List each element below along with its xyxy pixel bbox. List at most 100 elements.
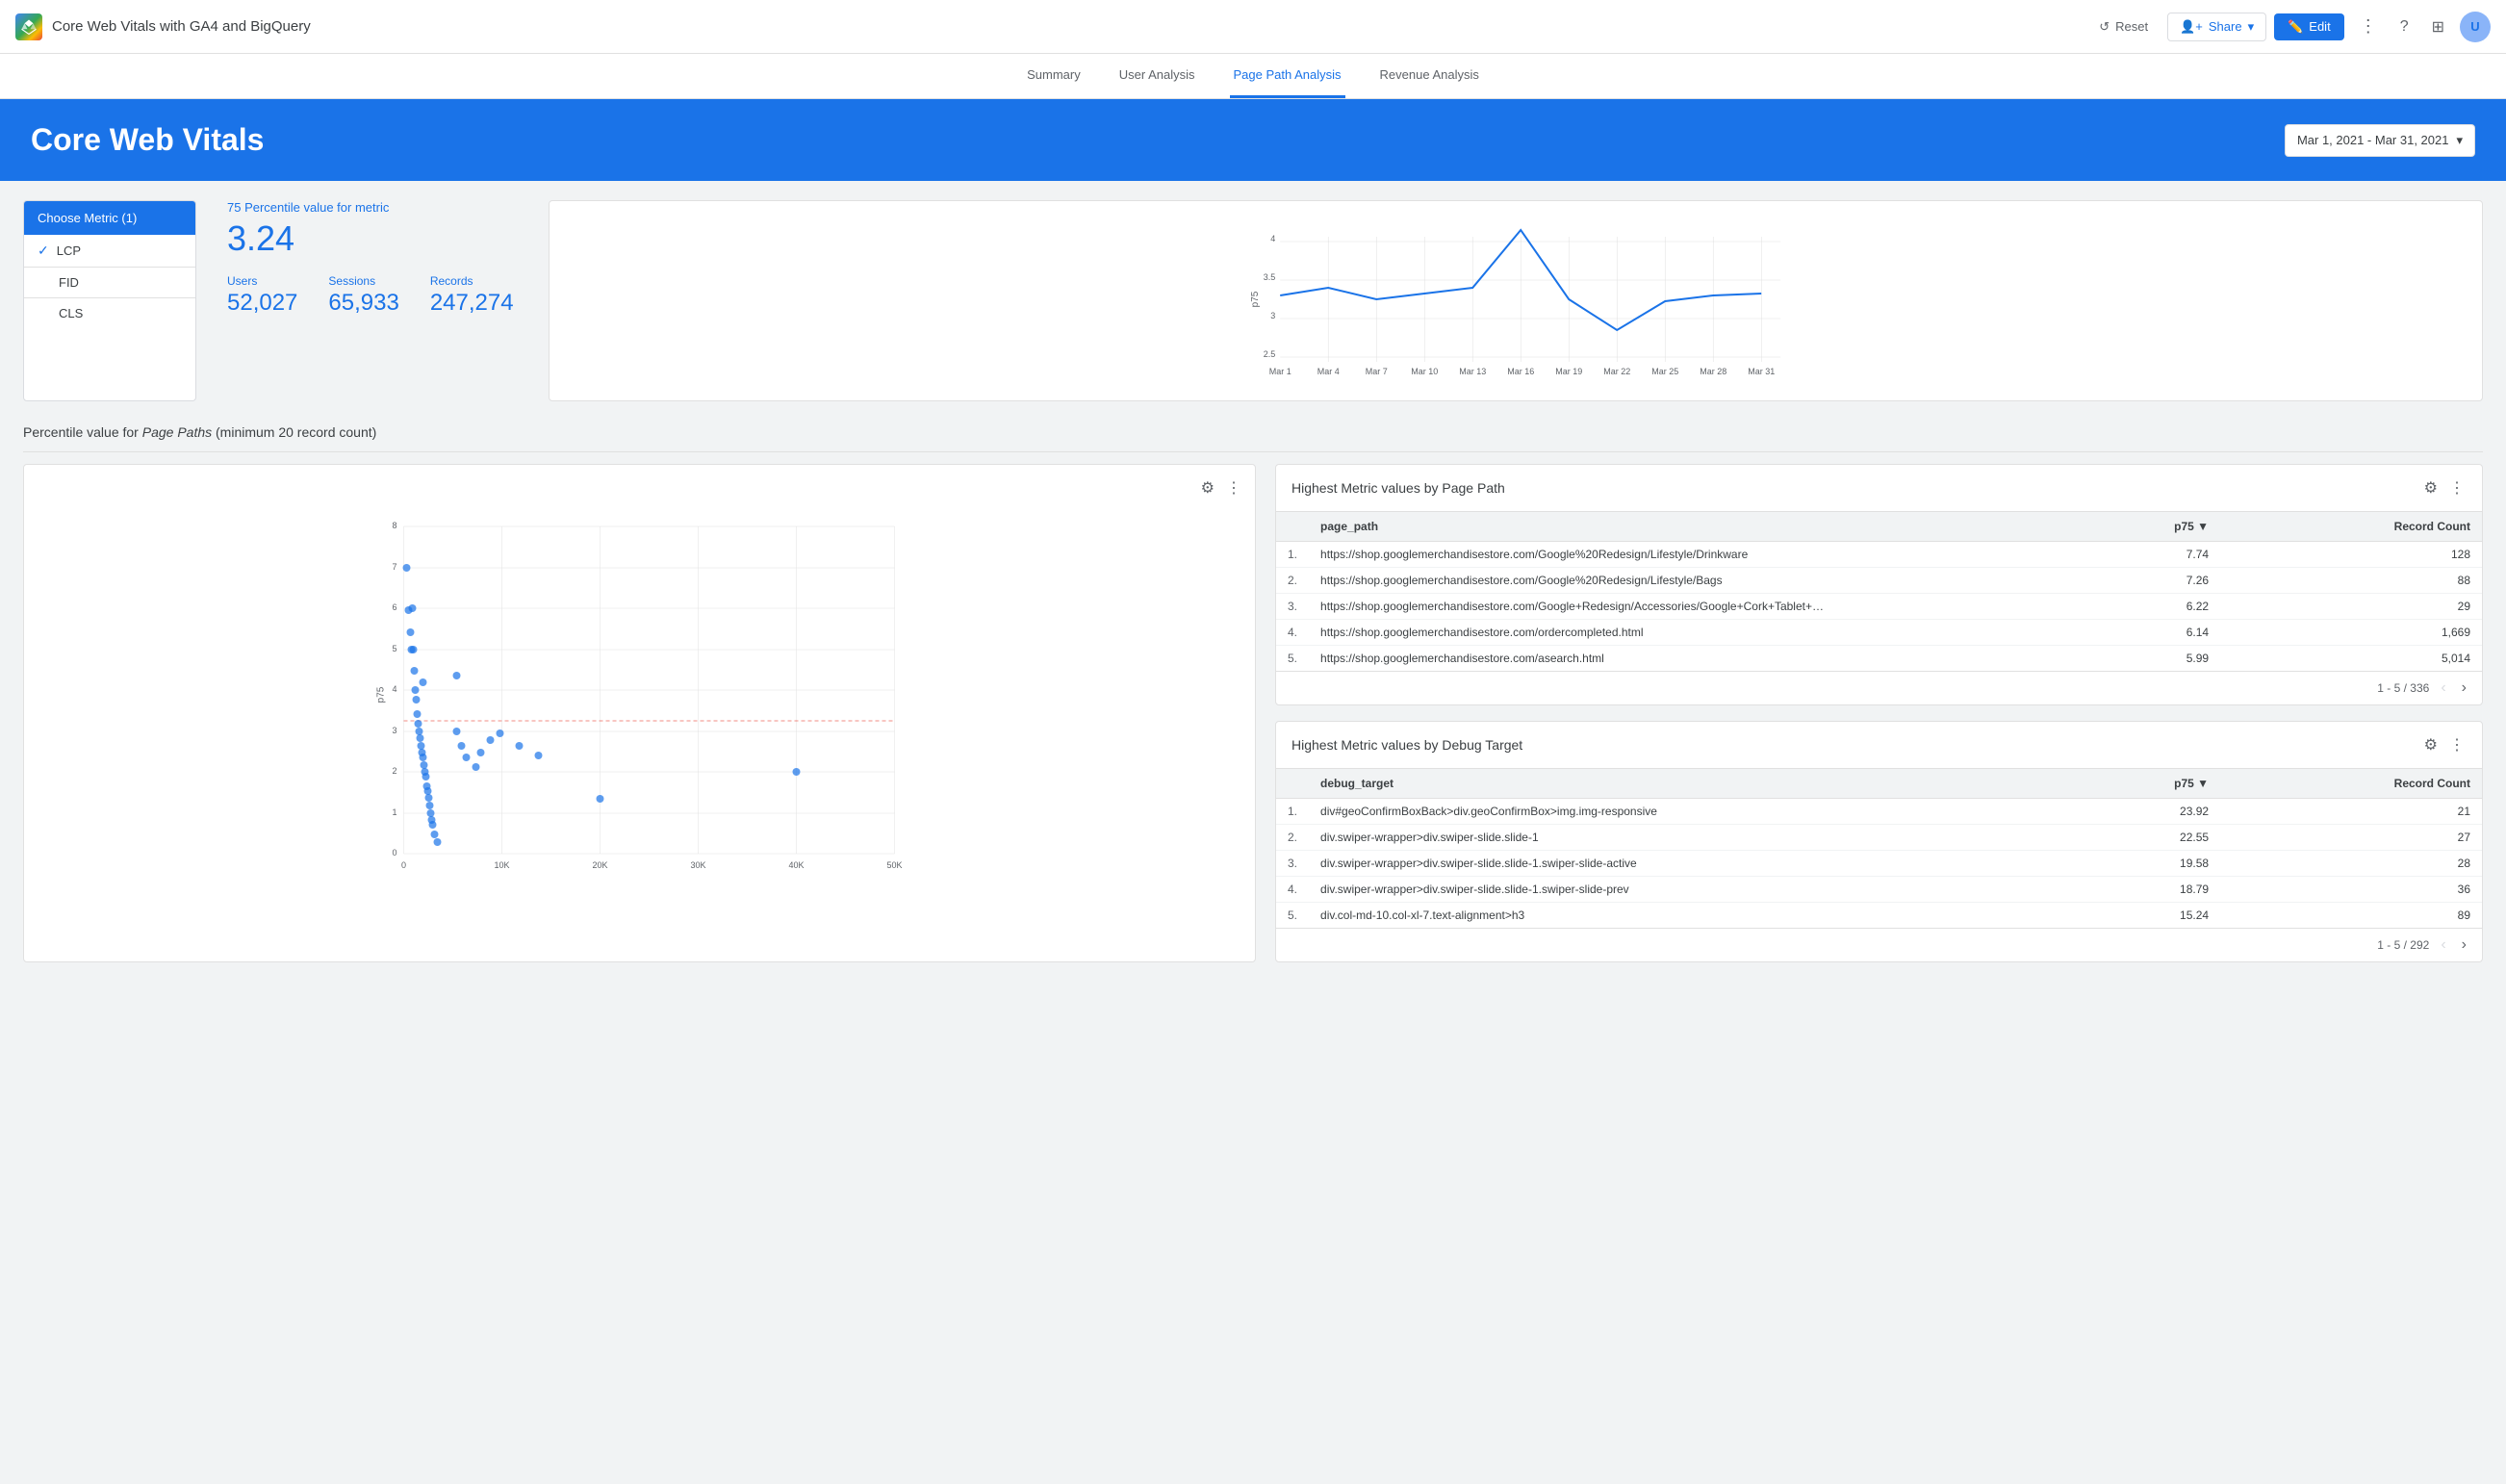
p75-cell: 5.99 (2068, 646, 2220, 672)
row-num: 2. (1276, 568, 1309, 594)
chevron-down-icon: ▾ (2456, 133, 2463, 148)
col-p75: p75 ▼ (2068, 769, 2220, 799)
debug-target-table-title: Highest Metric values by Debug Target (1291, 737, 1522, 753)
debug-target-table-card: Highest Metric values by Debug Target ⚙ … (1275, 721, 2483, 962)
next-page-button[interactable]: › (2458, 678, 2470, 699)
svg-text:50K: 50K (886, 860, 902, 870)
tab-summary[interactable]: Summary (1023, 54, 1085, 98)
tab-revenue-analysis[interactable]: Revenue Analysis (1376, 54, 1483, 98)
svg-text:8: 8 (392, 521, 396, 530)
p75-cell: 22.55 (2068, 825, 2220, 851)
record-count-cell: 29 (2220, 594, 2482, 620)
topbar-left: Core Web Vitals with GA4 and BigQuery (15, 13, 311, 40)
avatar[interactable]: U (2460, 12, 2491, 42)
p75-cell: 19.58 (2068, 851, 2220, 877)
p75-cell: 7.26 (2068, 568, 2220, 594)
table-row: 2. https://shop.googlemerchandisestore.c… (1276, 568, 2482, 594)
percentile-label: 75 Percentile value for metric (227, 200, 514, 215)
svg-text:Mar 28: Mar 28 (1700, 367, 1726, 376)
record-count-cell: 28 (2220, 851, 2482, 877)
chart-toolbar: ⚙ ⋮ (36, 476, 1243, 499)
reset-button[interactable]: ↺ Reset (2087, 13, 2160, 40)
choose-metric-header[interactable]: Choose Metric (1) (24, 201, 195, 235)
debug-target-table: debug_target p75 ▼ Record Count 1. div#g… (1276, 769, 2482, 928)
page-path-cell: https://shop.googlemerchandisestore.com/… (1309, 542, 2068, 568)
help-button[interactable]: ? (2392, 13, 2416, 41)
filter-icon-button[interactable]: ⚙ (2422, 476, 2440, 499)
filter-icon-button[interactable]: ⚙ (1199, 476, 1216, 499)
metric-option-lcp[interactable]: ✓ LCP (24, 235, 195, 267)
row-num: 5. (1276, 646, 1309, 672)
table-row: 1. div#geoConfirmBoxBack>div.geoConfirmB… (1276, 799, 2482, 825)
debug-target-table-header: Highest Metric values by Debug Target ⚙ … (1276, 722, 2482, 769)
date-range-value: Mar 1, 2021 - Mar 31, 2021 (2297, 133, 2449, 147)
row-num: 3. (1276, 594, 1309, 620)
col-num (1276, 769, 1309, 799)
svg-text:2.5: 2.5 (1263, 349, 1275, 359)
more-options-button[interactable]: ⋮ (2352, 11, 2385, 42)
check-icon: ✓ (38, 243, 49, 259)
col-record-count: Record Count (2220, 769, 2482, 799)
prev-page-button[interactable]: ‹ (2437, 678, 2449, 699)
record-count-cell: 27 (2220, 825, 2482, 851)
row-num: 5. (1276, 903, 1309, 929)
p75-cell: 23.92 (2068, 799, 2220, 825)
metric-option-fid[interactable]: FID (24, 268, 195, 297)
record-count-cell: 5,014 (2220, 646, 2482, 672)
debug-target-table-footer: 1 - 5 / 292 ‹ › (1276, 928, 2482, 961)
page-path-table-header: Highest Metric values by Page Path ⚙ ⋮ (1276, 465, 2482, 512)
tab-page-path-analysis[interactable]: Page Path Analysis (1230, 54, 1345, 98)
p75-cell: 7.74 (2068, 542, 2220, 568)
debug-target-cell: div.col-md-10.col-xl-7.text-alignment>h3 (1309, 903, 2068, 929)
record-count-cell: 89 (2220, 903, 2482, 929)
debug-target-cell: div#geoConfirmBoxBack>div.geoConfirmBox>… (1309, 799, 2068, 825)
date-picker[interactable]: Mar 1, 2021 - Mar 31, 2021 ▾ (2285, 124, 2475, 157)
table-row: 4. https://shop.googlemerchandisestore.c… (1276, 620, 2482, 646)
metric-left: Choose Metric (1) ✓ LCP FID CLS 75 P (23, 200, 529, 401)
svg-text:10K: 10K (494, 860, 509, 870)
banner-title: Core Web Vitals (31, 122, 264, 158)
row-num: 1. (1276, 799, 1309, 825)
p75-cell: 6.22 (2068, 594, 2220, 620)
table-row: 3. https://shop.googlemerchandisestore.c… (1276, 594, 2482, 620)
svg-text:20K: 20K (592, 860, 607, 870)
more-options-button[interactable]: ⋮ (2447, 733, 2467, 756)
page-path-cell: https://shop.googlemerchandisestore.com/… (1309, 594, 2068, 620)
svg-text:3: 3 (1270, 311, 1275, 320)
debug-target-pagination: 1 - 5 / 292 (2377, 938, 2429, 952)
stat-row: Users 52,027 Sessions 65,933 Records 247… (227, 274, 514, 317)
more-options-button[interactable]: ⋮ (1224, 476, 1243, 499)
svg-text:4: 4 (392, 684, 396, 694)
prev-page-button[interactable]: ‹ (2437, 934, 2449, 956)
debug-target-cell: div.swiper-wrapper>div.swiper-slide.slid… (1309, 851, 2068, 877)
percentile-value: 3.24 (227, 218, 514, 259)
page-path-table-card: Highest Metric values by Page Path ⚙ ⋮ p… (1275, 464, 2483, 705)
next-page-button[interactable]: › (2458, 934, 2470, 956)
tables-container: Highest Metric values by Page Path ⚙ ⋮ p… (1275, 464, 2483, 962)
metric-option-cls[interactable]: CLS (24, 298, 195, 328)
more-options-button[interactable]: ⋮ (2447, 476, 2467, 499)
topbar: Core Web Vitals with GA4 and BigQuery ↺ … (0, 0, 2506, 54)
record-count-cell: 36 (2220, 877, 2482, 903)
page-path-cell: https://shop.googlemerchandisestore.com/… (1309, 620, 2068, 646)
records-value: 247,274 (430, 290, 514, 317)
reset-icon: ↺ (2099, 19, 2110, 35)
table-row: 2. div.swiper-wrapper>div.swiper-slide.s… (1276, 825, 2482, 851)
share-button[interactable]: 👤+ Share ▾ (2167, 13, 2266, 41)
table-header-right: ⚙ ⋮ (2422, 476, 2467, 499)
p75-cell: 15.24 (2068, 903, 2220, 929)
tab-user-analysis[interactable]: User Analysis (1115, 54, 1199, 98)
table-row: 1. https://shop.googlemerchandisestore.c… (1276, 542, 2482, 568)
record-count-cell: 128 (2220, 542, 2482, 568)
svg-text:0: 0 (392, 848, 396, 857)
edit-button[interactable]: ✏️ Edit (2274, 13, 2344, 40)
records-label: Records (430, 274, 514, 288)
row-num: 4. (1276, 877, 1309, 903)
svg-text:3.5: 3.5 (1263, 272, 1275, 282)
nav-tabs: Summary User Analysis Page Path Analysis… (0, 54, 2506, 99)
row-num: 2. (1276, 825, 1309, 851)
row-num: 3. (1276, 851, 1309, 877)
apps-button[interactable]: ⊞ (2424, 12, 2452, 42)
filter-icon-button[interactable]: ⚙ (2422, 733, 2440, 756)
svg-text:5: 5 (392, 644, 396, 653)
